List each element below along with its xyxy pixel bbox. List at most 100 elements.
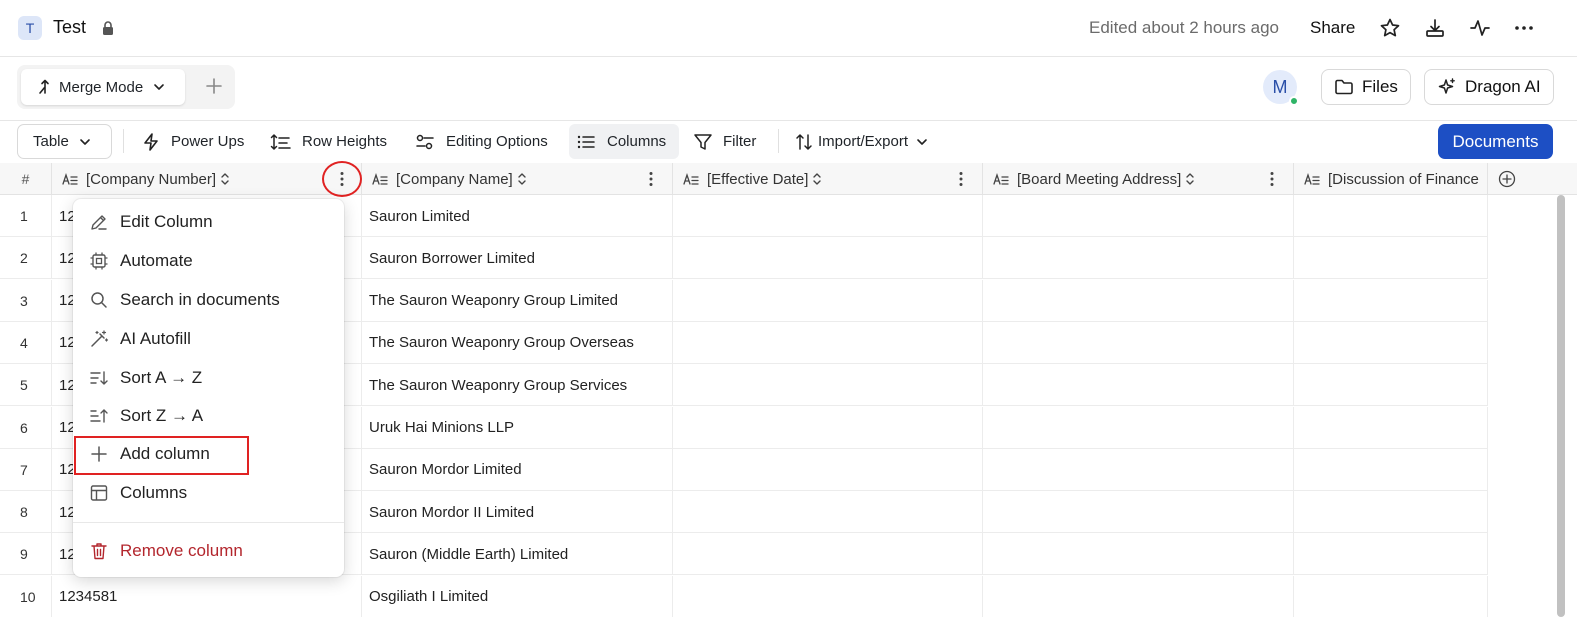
column-menu-icon[interactable] <box>1263 170 1281 188</box>
table-view-label: Table <box>33 133 69 150</box>
menu-item-sort-asc[interactable]: Sort A → Z <box>73 359 344 397</box>
menu-item-label: AI Autofill <box>120 329 191 348</box>
table-cell[interactable] <box>1294 406 1488 449</box>
table-cell[interactable] <box>673 279 983 322</box>
column-header-company-name[interactable]: [Company Name] <box>362 163 673 195</box>
table-cell[interactable] <box>673 533 983 576</box>
sort-icon[interactable] <box>812 172 822 186</box>
menu-item-label: Remove column <box>120 541 243 560</box>
table-cell[interactable] <box>983 195 1294 237</box>
column-header-label: [Board Meeting Address] <box>1017 170 1182 188</box>
column-menu-icon[interactable] <box>642 170 660 188</box>
menu-item-sort-desc[interactable]: Sort Z → A <box>73 397 344 435</box>
table-cell[interactable]: Sauron Borrower Limited <box>362 237 673 280</box>
menu-item-edit-column[interactable]: Edit Column <box>73 203 344 241</box>
row-number: 9 <box>0 533 52 576</box>
table-cell[interactable]: The Sauron Weaponry Group Services <box>362 364 673 407</box>
table-cell[interactable] <box>983 279 1294 322</box>
table-cell[interactable] <box>1294 533 1488 576</box>
table-cell[interactable] <box>1294 575 1488 617</box>
chip-icon <box>90 252 108 270</box>
table-cell[interactable]: Sauron (Middle Earth) Limited <box>362 533 673 576</box>
table-cell[interactable] <box>983 321 1294 364</box>
table-cell[interactable] <box>1294 195 1488 237</box>
table-cell[interactable] <box>673 237 983 280</box>
table-cell[interactable] <box>983 237 1294 280</box>
column-menu-icon[interactable] <box>952 170 970 188</box>
table-cell[interactable] <box>673 364 983 407</box>
table-cell[interactable]: The Sauron Weaponry Group Limited <box>362 279 673 322</box>
power-ups-button[interactable]: Power Ups <box>135 124 250 159</box>
table-cell[interactable] <box>1294 364 1488 407</box>
dragon-ai-button[interactable]: Dragon AI <box>1424 69 1554 105</box>
table-cell[interactable] <box>983 491 1294 534</box>
toolbar-divider <box>778 129 779 153</box>
doc-avatar: T <box>18 16 42 40</box>
row-number: 6 <box>0 406 52 449</box>
column-header-discussion-of-finance[interactable]: [Discussion of Finance <box>1294 163 1488 195</box>
sort-icon[interactable] <box>1185 172 1195 186</box>
import-export-dropdown[interactable]: Import/Export <box>788 124 944 159</box>
menu-item-automate[interactable]: Automate <box>73 242 344 280</box>
table-cell[interactable] <box>983 364 1294 407</box>
table-cell[interactable] <box>673 321 983 364</box>
add-column-icon[interactable] <box>1498 170 1516 188</box>
table-cell[interactable] <box>673 448 983 491</box>
menu-divider <box>73 522 344 523</box>
filter-button[interactable]: Filter <box>687 124 762 159</box>
sliders-icon <box>416 134 434 149</box>
tab-merge-mode[interactable]: Merge Mode <box>21 69 185 105</box>
activity-icon[interactable] <box>1469 17 1491 39</box>
table-cell[interactable]: Uruk Hai Minions LLP <box>362 406 673 449</box>
table-cell[interactable] <box>983 448 1294 491</box>
download-icon[interactable] <box>1424 17 1446 39</box>
row-heights-button[interactable]: Row Heights <box>264 124 393 159</box>
menu-item-columns[interactable]: Columns <box>73 474 344 512</box>
table-cell[interactable] <box>673 575 983 617</box>
documents-button[interactable]: Documents <box>1438 124 1553 159</box>
chevron-down-icon <box>917 138 927 145</box>
more-horizontal-icon[interactable] <box>1513 17 1535 39</box>
row-number: 8 <box>0 491 52 534</box>
table-cell[interactable] <box>983 533 1294 576</box>
table-cell[interactable]: Sauron Mordor Limited <box>362 448 673 491</box>
doc-title[interactable]: Test <box>53 17 86 38</box>
table-cell[interactable]: Osgiliath I Limited <box>362 575 673 617</box>
row-number: 4 <box>0 321 52 364</box>
column-header-company-number[interactable]: [Company Number] <box>52 163 362 195</box>
menu-item-label: Sort A → Z <box>120 368 203 387</box>
table-view-dropdown[interactable]: Table <box>17 124 112 159</box>
share-button[interactable]: Share <box>1310 18 1355 38</box>
row-number: 1 <box>0 195 52 237</box>
table-cell[interactable] <box>983 575 1294 617</box>
table-cell[interactable] <box>673 491 983 534</box>
menu-item-ai-autofill[interactable]: AI Autofill <box>73 320 344 358</box>
column-header-effective-date[interactable]: [Effective Date] <box>673 163 983 195</box>
star-icon[interactable] <box>1379 17 1401 39</box>
row-number: 3 <box>0 279 52 322</box>
columns-button[interactable]: Columns <box>569 124 679 159</box>
menu-item-search-in-documents[interactable]: Search in documents <box>73 281 344 319</box>
table-cell[interactable] <box>1294 279 1488 322</box>
table-cell[interactable]: The Sauron Weaponry Group Overseas <box>362 321 673 364</box>
table-cell[interactable]: Sauron Limited <box>362 195 673 237</box>
table-cell[interactable] <box>673 406 983 449</box>
vertical-scrollbar[interactable] <box>1557 195 1565 617</box>
add-tab-icon[interactable] <box>203 75 225 97</box>
table-cell[interactable] <box>1294 321 1488 364</box>
table-cell[interactable] <box>1294 237 1488 280</box>
sort-icon[interactable] <box>220 172 230 186</box>
table-cell[interactable] <box>673 195 983 237</box>
table-cell[interactable] <box>1294 491 1488 534</box>
table-cell[interactable] <box>1294 448 1488 491</box>
column-header-board-meeting-address[interactable]: [Board Meeting Address] <box>983 163 1294 195</box>
files-button[interactable]: Files <box>1321 69 1411 105</box>
row-number-header: # <box>0 163 52 195</box>
table-cell[interactable]: Sauron Mordor II Limited <box>362 491 673 534</box>
table-cell[interactable]: 1234581 <box>52 575 362 617</box>
editing-options-button[interactable]: Editing Options <box>408 124 554 159</box>
table-cell[interactable] <box>983 406 1294 449</box>
menu-item-remove-column[interactable]: Remove column <box>73 532 344 570</box>
presence-indicator <box>1289 96 1299 106</box>
sort-icon[interactable] <box>517 172 527 186</box>
